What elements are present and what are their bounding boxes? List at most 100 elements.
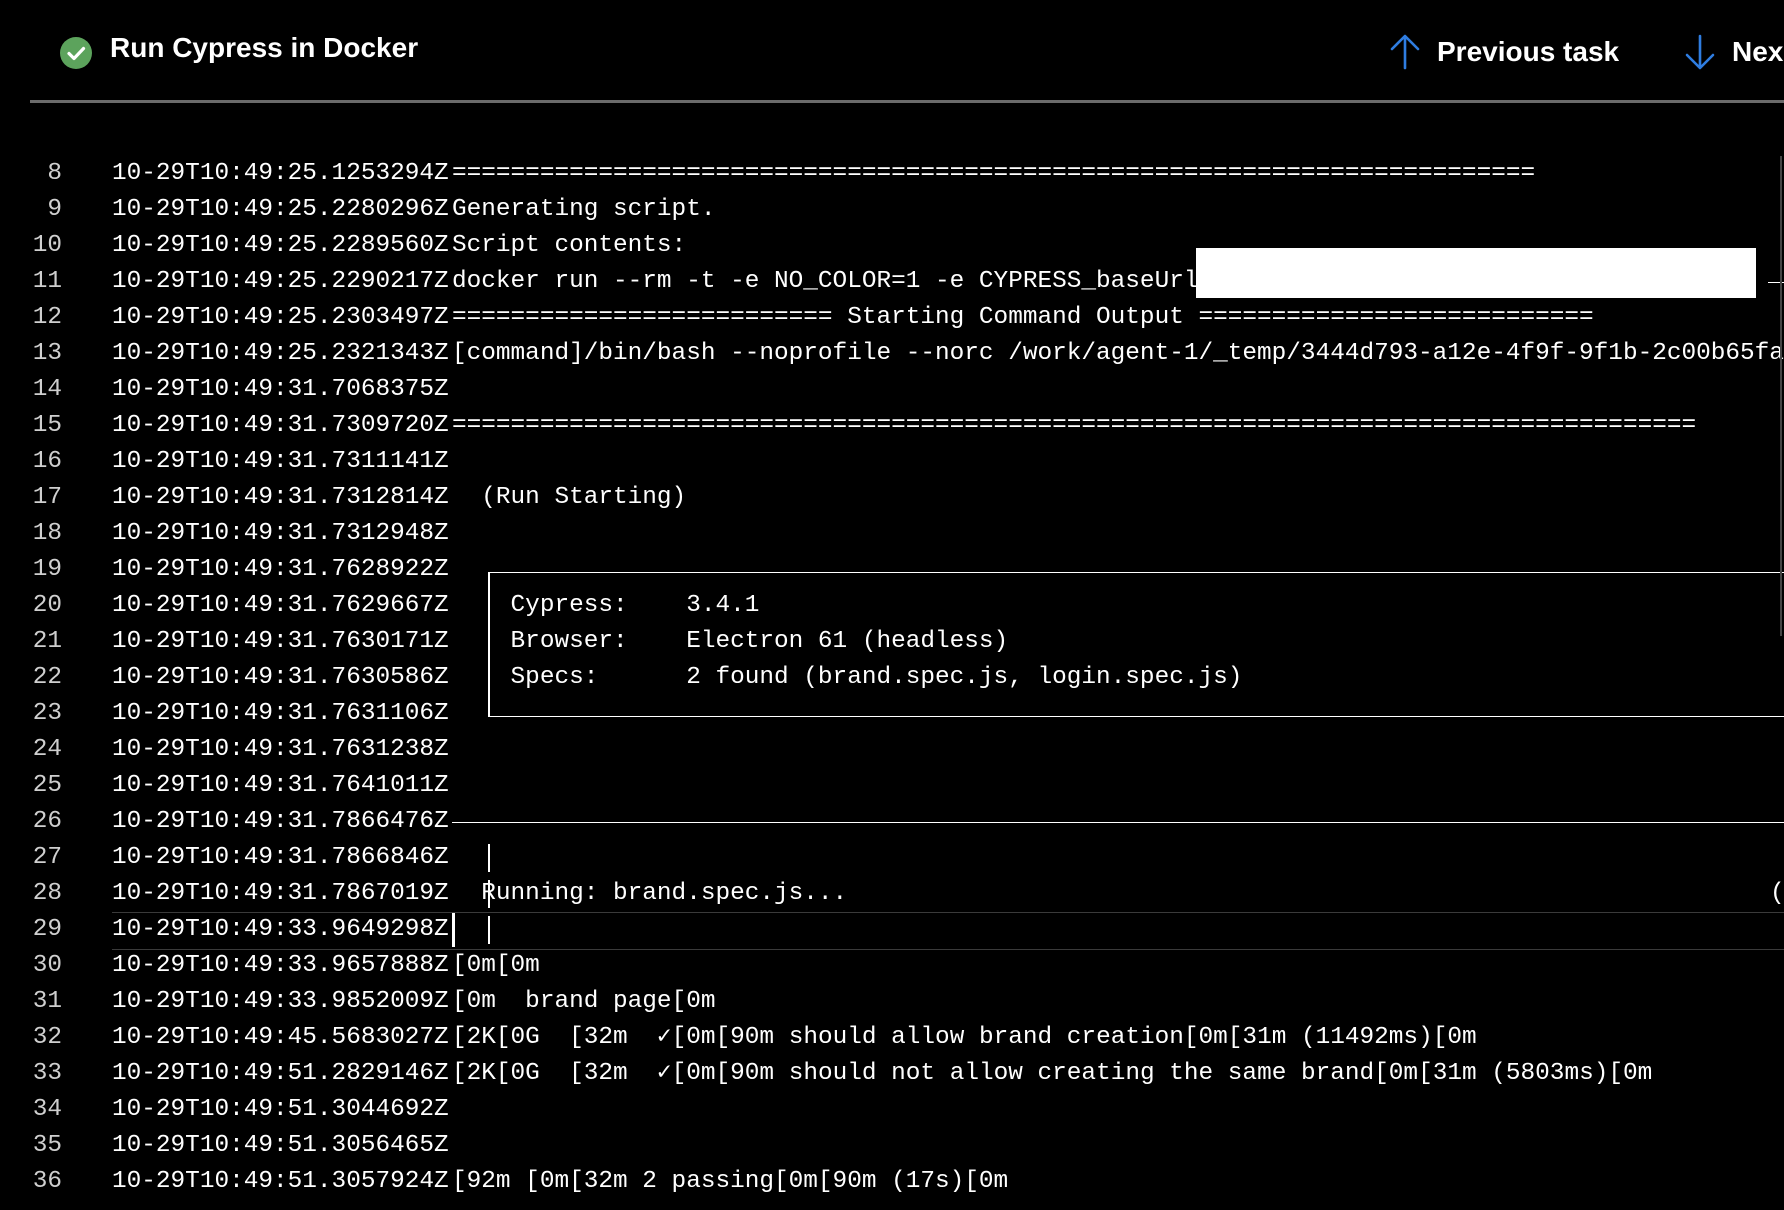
log-line: 19 10-29T10:49:31.7628922Z [0,552,1784,588]
line-number[interactable]: 9 [0,192,62,228]
log-message: [92m [0m[32m 2 passing[0m[90m (17s)[0m [452,1168,1009,1195]
log-line: 22 10-29T10:49:31.7630586Z Specs: 2 found… [0,660,1784,696]
line-number[interactable]: 25 [0,768,62,804]
line-number[interactable]: 18 [0,516,62,552]
line-number[interactable]: 17 [0,480,62,516]
arrow-down-icon [1685,34,1715,70]
log-timestamp: 10-29T10:49:25.1253294Z [112,160,449,187]
log-line: 13 10-29T10:49:25.2321343Z [command]/bin/b… [0,336,1784,372]
log-timestamp: 10-29T10:49:51.3057924Z [112,1168,449,1195]
task-header: Run Cypress in Docker Previous task Nex [0,0,1784,100]
previous-task-button[interactable]: Previous task [1385,28,1619,76]
log-viewer[interactable]: 8 10-29T10:49:25.1253294Z ================… [0,156,1784,1210]
log-timestamp: 10-29T10:49:25.2290217Z [112,268,449,295]
log-line: 32 10-29T10:49:45.5683027Z [2K[0G [32m ✓[0… [0,1020,1784,1056]
line-number[interactable]: 23 [0,696,62,732]
scrollbar-edge[interactable] [1780,156,1782,636]
line-number[interactable]: 32 [0,1020,62,1056]
log-timestamp: 10-29T10:49:25.2289560Z [112,232,449,259]
log-line: 12 10-29T10:49:25.2303497Z ===============… [0,300,1784,336]
line-number[interactable]: 11 [0,264,62,300]
log-timestamp: 10-29T10:49:31.7630586Z [112,664,449,691]
line-number[interactable]: 30 [0,948,62,984]
log-timestamp: 10-29T10:49:31.7866476Z [112,808,449,835]
next-task-label: Nex [1732,36,1784,67]
line-number[interactable]: 19 [0,552,62,588]
log-timestamp: 10-29T10:49:31.7630171Z [112,628,449,655]
line-number[interactable]: 31 [0,984,62,1020]
log-timestamp: 10-29T10:49:51.3056465Z [112,1132,449,1159]
line-number[interactable]: 21 [0,624,62,660]
log-line: 30 10-29T10:49:33.9657888Z [0m[0m [0,948,1784,984]
log-timestamp: 10-29T10:49:25.2280296Z [112,196,449,223]
log-message: Generating script. [452,196,716,223]
line-28-tail: ( [1770,880,1784,907]
line-number[interactable]: 24 [0,732,62,768]
log-line: 33 10-29T10:49:51.2829146Z [2K[0G [32m ✓[0… [0,1056,1784,1092]
selected-log-row [112,912,1784,950]
log-timestamp: 10-29T10:49:33.9657888Z [112,952,449,979]
log-line: 27 10-29T10:49:31.7866846Z [0,840,1784,876]
log-timestamp: 10-29T10:49:31.7309720Z [112,412,449,439]
log-line: 17 10-29T10:49:31.7312814Z (Run Starting) [0,480,1784,516]
log-message: [command]/bin/bash --noprofile --norc /w… [452,340,1784,367]
log-timestamp: 10-29T10:49:51.2829146Z [112,1060,449,1087]
previous-task-label: Previous task [1437,36,1620,67]
log-timestamp: 10-29T10:49:25.2321343Z [112,340,449,367]
log-message: ========================================… [452,412,1697,439]
log-timestamp: 10-29T10:49:31.7641011Z [112,772,449,799]
arrow-up-icon [1390,34,1420,70]
log-timestamp: 10-29T10:49:31.7629667Z [112,592,449,619]
info-box-side-bar [488,880,490,908]
log-timestamp: 10-29T10:49:45.5683027Z [112,1024,449,1051]
log-line: 25 10-29T10:49:31.7641011Z [0,768,1784,804]
line-number[interactable]: 16 [0,444,62,480]
log-line: 24 10-29T10:49:31.7631238Z [0,732,1784,768]
text-cursor [452,913,455,947]
header-divider [30,100,1784,103]
line-number[interactable]: 14 [0,372,62,408]
log-line: 15 10-29T10:49:31.7309720Z ===============… [0,408,1784,444]
line-number[interactable]: 36 [0,1164,62,1200]
log-line: 35 10-29T10:49:51.3056465Z [0,1128,1784,1164]
line-number[interactable]: 27 [0,840,62,876]
log-line: 9 10-29T10:49:25.2280296Z Generating scrip… [0,192,1784,228]
line-number[interactable]: 12 [0,300,62,336]
line-number[interactable]: 8 [0,156,62,192]
log-timestamp: 10-29T10:49:51.3044692Z [112,1096,449,1123]
log-line: 21 10-29T10:49:31.7630171Z Browser: Elect… [0,624,1784,660]
log-timestamp: 10-29T10:49:25.2303497Z [112,304,449,331]
log-timestamp: 10-29T10:49:31.7628922Z [112,556,449,583]
log-message: (Run Starting) [452,484,687,511]
line-number[interactable]: 28 [0,876,62,912]
log-line: 20 10-29T10:49:31.7629667Z Cypress: 3.4.1 [0,588,1784,624]
next-task-button[interactable]: Nex [1680,28,1783,76]
line-number[interactable]: 22 [0,660,62,696]
check-circle-icon [60,37,92,69]
line-number[interactable]: 29 [0,912,62,948]
line-number[interactable]: 20 [0,588,62,624]
section-separator [452,822,1784,823]
info-box-bottom [488,716,1784,717]
log-message: [0m[0m [452,952,540,979]
log-message: ========================================… [452,160,1536,187]
line-number[interactable]: 35 [0,1128,62,1164]
log-message: Specs: 2 found (brand.spec.js, login.spe… [452,664,1243,691]
line-number[interactable]: 34 [0,1092,62,1128]
log-line: 18 10-29T10:49:31.7312948Z [0,516,1784,552]
info-box-left [488,572,490,717]
log-message: [0m brand page[0m [452,988,716,1015]
log-line: 23 10-29T10:49:31.7631106Z [0,696,1784,732]
line-number[interactable]: 10 [0,228,62,264]
line-number[interactable]: 26 [0,804,62,840]
log-line: 14 10-29T10:49:31.7068375Z [0,372,1784,408]
log-timestamp: 10-29T10:49:31.7312814Z [112,484,449,511]
line-number[interactable]: 15 [0,408,62,444]
log-line: 34 10-29T10:49:51.3044692Z [0,1092,1784,1128]
log-message: Script contents: [452,232,687,259]
log-timestamp: 10-29T10:49:31.7312948Z [112,520,449,547]
line-number[interactable]: 13 [0,336,62,372]
log-message: ========================== Starting Comm… [452,304,1594,331]
line-number[interactable]: 33 [0,1056,62,1092]
log-line: 16 10-29T10:49:31.7311141Z [0,444,1784,480]
